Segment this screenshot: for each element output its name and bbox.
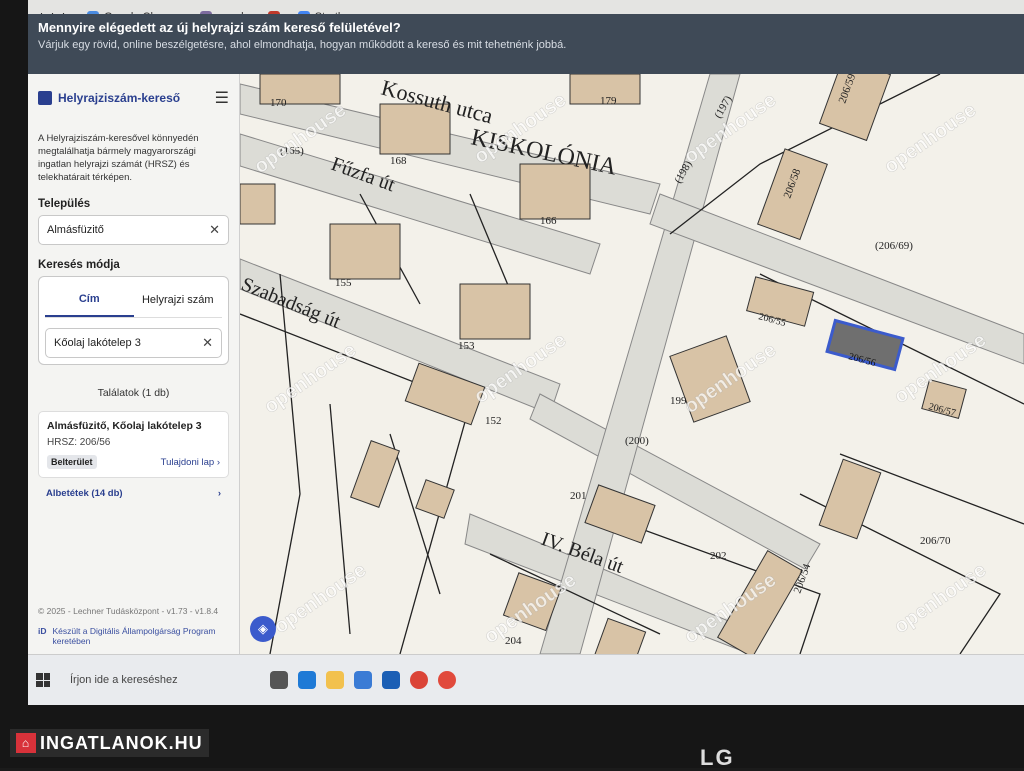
dap-credit: iD Készült a Digitális Állampolgárság Pr…	[38, 626, 228, 646]
clear-telepules-icon[interactable]: ✕	[209, 222, 220, 238]
address-input[interactable]: Kőolaj lakótelep 3 ✕	[45, 328, 222, 358]
search-mode-label: Keresés módja	[38, 259, 120, 271]
house-icon: ⌂	[16, 733, 36, 753]
task-view-icon[interactable]	[270, 671, 288, 689]
taskbar-search[interactable]: Írjon ide a kereséshez	[60, 663, 260, 697]
parcel-label: 206/70	[920, 535, 951, 547]
parcel-label: (200)	[625, 435, 649, 447]
version-text: © 2025 - Lechner Tudásközpont - v1.73 - …	[38, 606, 219, 616]
search-mode-box: Cím Helyrajzi szám Kőolaj lakótelep 3 ✕	[38, 276, 229, 365]
file-explorer-icon[interactable]	[326, 671, 344, 689]
chrome-profile-icon[interactable]	[438, 671, 456, 689]
sidebar-footer: © 2025 - Lechner Tudásközpont - v1.73 - …	[38, 606, 228, 646]
telepules-value: Almásfüzitő	[47, 224, 104, 236]
parcel-label: 153	[458, 340, 475, 352]
parcel-label: 166	[540, 215, 557, 227]
result-hrsz: HRSZ: 206/56	[47, 437, 111, 448]
layers-icon: ◈	[258, 621, 268, 636]
search-mode-tabs: Cím Helyrajzi szám	[45, 283, 222, 318]
outlook-icon[interactable]	[382, 671, 400, 689]
chevron-right-icon: ›	[217, 488, 221, 499]
result-name: Almásfüzitő, Kőolaj lakótelep 3	[47, 420, 202, 432]
store-icon[interactable]	[354, 671, 372, 689]
result-card[interactable]: Almásfüzitő, Kőolaj lakótelep 3 HRSZ: 20…	[38, 411, 229, 478]
hamburger-menu-icon[interactable]: ☰	[215, 88, 229, 108]
tab-helyrajzi-szam[interactable]: Helyrajzi szám	[134, 283, 223, 317]
tab-cim[interactable]: Cím	[45, 283, 134, 317]
parcel-label: 201	[570, 490, 587, 502]
windows-taskbar: Írjon ide a kereséshez	[28, 654, 1024, 705]
sidebar: Helyrajziszám-kereső ☰ A Helyrajziszám-k…	[28, 74, 240, 654]
tulajdoni-lap-link[interactable]: Tulajdoni lap ›	[161, 457, 220, 468]
belterulet-badge: Belterület	[47, 455, 97, 469]
monitor-brand: LG	[700, 745, 735, 770]
albetetek-label: Albetétek (14 db)	[46, 488, 123, 499]
chrome-icon[interactable]	[410, 671, 428, 689]
clear-address-icon[interactable]: ✕	[202, 335, 213, 351]
chevron-right-icon: ›	[216, 456, 220, 468]
taskbar-search-text: Írjon ide a kereséshez	[70, 674, 178, 686]
app-description: A Helyrajziszám-keresővel könnyedén megt…	[38, 133, 199, 183]
results-title: Találatok (1 db)	[97, 387, 170, 399]
app-title: Helyrajziszám-kereső	[58, 91, 181, 105]
ingatlanok-logo: ⌂ INGATLANOK.HU	[10, 729, 209, 757]
survey-title: Mennyire elégedett az új helyrajzi szám …	[38, 20, 401, 35]
survey-banner[interactable]: Mennyire elégedett az új helyrajzi szám …	[28, 14, 1024, 74]
edge-icon[interactable]	[298, 671, 316, 689]
parcel-label: 179	[600, 95, 617, 107]
parcel-label: 202	[710, 550, 727, 562]
cadastral-map[interactable]: Kossuth utca KISKOLÓNIA Fűzfa út Szabads…	[240, 74, 1024, 654]
telepules-label: Település	[38, 198, 91, 210]
watermark: openhouse	[880, 99, 980, 178]
watermark: openhouse	[260, 339, 360, 418]
dap-logo-icon: iD	[38, 626, 47, 636]
parcel-label: 155	[335, 277, 352, 289]
logo-icon	[38, 91, 52, 105]
sidebar-header: Helyrajziszám-kereső ☰	[38, 74, 229, 122]
telepules-input[interactable]: Almásfüzitő ✕	[38, 215, 229, 245]
survey-subtitle: Várjuk egy rövid, online beszélgetésre, …	[38, 39, 567, 51]
parcel-label: 170	[270, 97, 287, 109]
map-canvas[interactable]: Kossuth utca KISKOLÓNIA Fűzfa út Szabads…	[240, 74, 1024, 654]
parcel-label: 168	[390, 155, 407, 167]
parcel-label: (206/69)	[875, 240, 913, 252]
app-logo: Helyrajziszám-kereső	[38, 91, 180, 105]
address-value: Kőolaj lakótelep 3	[54, 337, 141, 349]
layers-button[interactable]: ◈	[250, 616, 276, 642]
albetetek-link[interactable]: Albetétek (14 db) ›	[38, 484, 229, 503]
brand-name: INGATLANOK.HU	[40, 732, 203, 753]
screen: ⋮⋮⋮ Google Chrome google Startlap Mennyi…	[28, 0, 1024, 705]
watermark: openhouse	[890, 559, 990, 638]
parcel-label: 152	[485, 415, 502, 427]
windows-start-icon[interactable]	[36, 673, 50, 687]
dap-text: Készült a Digitális Állampolgárság Progr…	[52, 626, 216, 646]
